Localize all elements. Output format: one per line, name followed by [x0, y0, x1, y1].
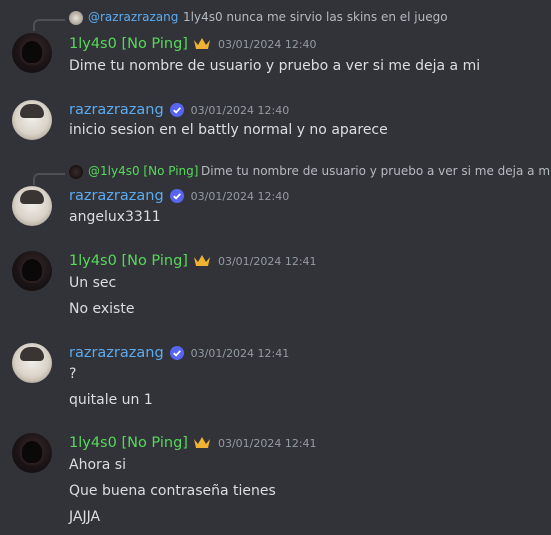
reply-spine: [33, 173, 65, 185]
verified-icon: [169, 189, 184, 203]
verified-icon: [169, 103, 184, 117]
avatar[interactable]: [12, 100, 52, 140]
avatar[interactable]: [12, 251, 52, 291]
author-name[interactable]: razrazrazang: [69, 102, 164, 118]
timestamp[interactable]: 03/01/2024 12:41: [191, 347, 290, 360]
timestamp[interactable]: 03/01/2024 12:40: [191, 104, 290, 117]
reply-preview[interactable]: @1ly4s0 [No Ping] Dime tu nombre de usua…: [0, 164, 551, 185]
message-header: 1ly4s0 [No Ping] 03/01/2024 12:41: [69, 433, 317, 453]
reply-preview[interactable]: @razrazrazang 1ly4s0 nunca me sirvio las…: [0, 10, 551, 31]
reply-avatar: [69, 11, 83, 25]
message-text: inicio sesion en el battly normal y no a…: [69, 122, 388, 138]
author-name[interactable]: razrazrazang: [69, 345, 164, 361]
message-text: JAJJA: [69, 509, 101, 525]
message-text: angelux3311: [69, 209, 161, 225]
message-text: Dime tu nombre de usuario y pruebo a ver…: [69, 58, 481, 74]
message-text: Ahora si: [69, 457, 126, 473]
message-text: No existe: [69, 301, 135, 317]
timestamp[interactable]: 03/01/2024 12:40: [218, 38, 317, 51]
avatar[interactable]: [12, 343, 52, 383]
reply-spine: [33, 19, 65, 31]
timestamp[interactable]: 03/01/2024 12:41: [218, 255, 317, 268]
crown-icon: [193, 255, 210, 266]
crown-icon: [193, 437, 210, 448]
reply-author[interactable]: @1ly4s0 [No Ping]: [88, 164, 198, 178]
message-header: 1ly4s0 [No Ping] 03/01/2024 12:41: [69, 251, 317, 271]
avatar[interactable]: [12, 33, 52, 73]
reply-text[interactable]: Dime tu nombre de usuario y pruebo a ver…: [201, 164, 551, 178]
message-text: quitale un 1: [69, 392, 153, 408]
avatar[interactable]: [12, 433, 52, 473]
message-header: razrazrazang 03/01/2024 12:41: [69, 343, 289, 363]
timestamp[interactable]: 03/01/2024 12:40: [191, 190, 290, 203]
reply-text[interactable]: 1ly4s0 nunca me sirvio las skins en el j…: [183, 10, 448, 24]
crown-icon: [193, 38, 210, 49]
message-text: Un sec: [69, 275, 117, 291]
message-text: ?: [69, 366, 77, 382]
message-text: Que buena contraseña tienes: [69, 483, 276, 499]
author-name[interactable]: 1ly4s0 [No Ping]: [69, 36, 188, 52]
message-header: razrazrazang 03/01/2024 12:40: [69, 100, 289, 120]
reply-author[interactable]: @razrazrazang: [88, 10, 178, 24]
author-name[interactable]: 1ly4s0 [No Ping]: [69, 435, 188, 451]
author-name[interactable]: razrazrazang: [69, 188, 164, 204]
message-header: razrazrazang 03/01/2024 12:40: [69, 186, 289, 206]
author-name[interactable]: 1ly4s0 [No Ping]: [69, 253, 188, 269]
message-header: 1ly4s0 [No Ping] 03/01/2024 12:40: [69, 34, 317, 54]
timestamp[interactable]: 03/01/2024 12:41: [218, 437, 317, 450]
verified-icon: [169, 346, 184, 360]
reply-avatar: [69, 165, 83, 179]
avatar[interactable]: [12, 186, 52, 226]
